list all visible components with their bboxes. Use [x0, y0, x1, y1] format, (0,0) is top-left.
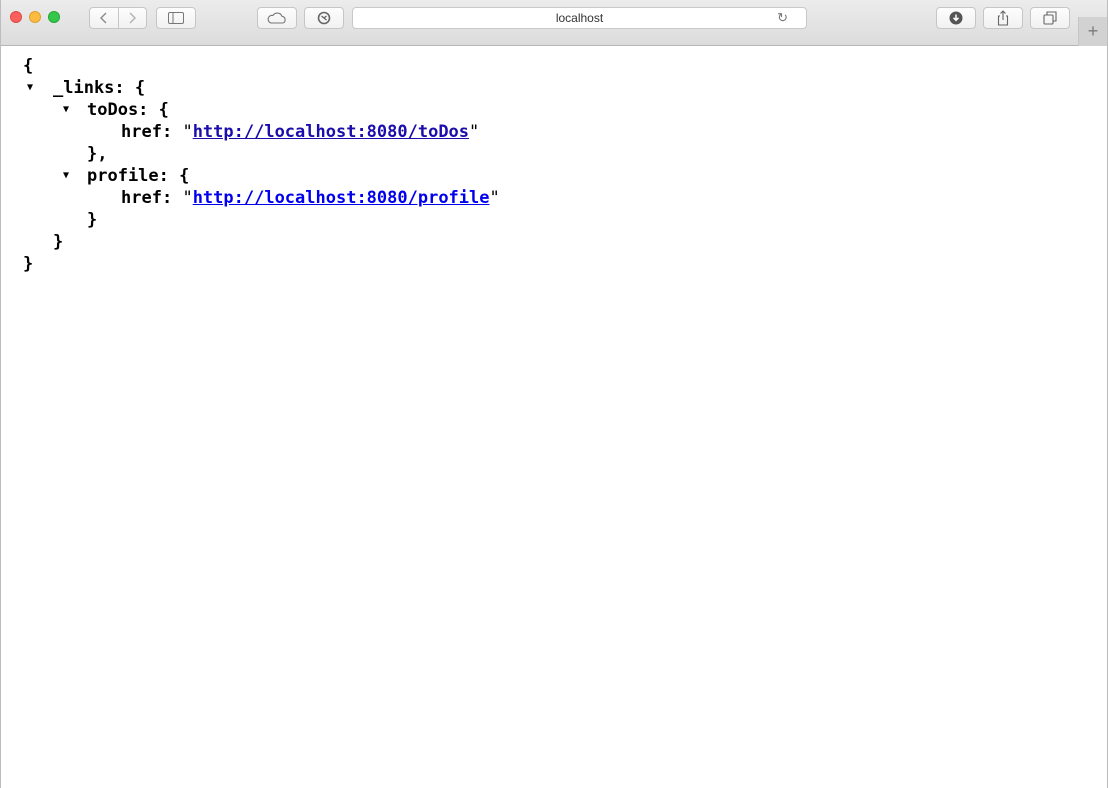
browser-window: localhost ↻ + { ▼ _links: { ▼ toDos: { hre…: [0, 0, 1108, 788]
icloud-tabs-button[interactable]: [257, 7, 297, 29]
back-button[interactable]: [90, 8, 118, 28]
todos-key: toDos: {: [87, 100, 169, 120]
collapse-links-triangle-icon[interactable]: ▼: [27, 77, 33, 99]
links-key: _links: {: [53, 78, 146, 98]
share-button[interactable]: [983, 7, 1023, 29]
json-root-open: {: [23, 55, 33, 77]
address-bar[interactable]: localhost ↻: [352, 7, 807, 29]
address-url: localhost: [555, 11, 604, 25]
json-profile-close-line: }: [23, 209, 97, 231]
plus-icon: +: [1087, 21, 1099, 41]
json-todos-close-line: },: [23, 143, 107, 165]
sync-icon: [317, 11, 331, 25]
chevron-right-icon: [129, 12, 137, 24]
collapse-todos-triangle-icon[interactable]: ▼: [63, 99, 69, 121]
chevron-left-icon: [99, 12, 107, 24]
profile-href-key: href:: [121, 188, 173, 208]
todos-close: },: [87, 144, 108, 164]
forward-button[interactable]: [117, 8, 147, 28]
json-viewer: { ▼ _links: { ▼ toDos: { href: "http://loc…: [23, 55, 500, 275]
close-window-button[interactable]: [10, 11, 22, 23]
show-tabs-button[interactable]: [1030, 7, 1070, 29]
links-close: }: [53, 232, 64, 252]
json-profile-line: ▼ profile: {: [23, 165, 189, 187]
browser-toolbar: localhost ↻ +: [1, 0, 1107, 46]
profile-href-link[interactable]: http://localhost:8080/profile: [193, 188, 490, 208]
sidebar-icon: [168, 12, 184, 24]
share-icon: [997, 10, 1009, 26]
tabs-overview-icon: [1043, 11, 1057, 25]
json-profile-href-line: href: "http://localhost:8080/profile": [121, 188, 500, 208]
todos-href-link[interactable]: http://localhost:8080/toDos: [193, 122, 469, 142]
new-tab-button[interactable]: +: [1078, 17, 1107, 46]
json-links-line: ▼ _links: {: [23, 77, 145, 99]
collapse-profile-triangle-icon[interactable]: ▼: [63, 165, 69, 187]
download-icon: [949, 11, 963, 25]
minimize-window-button[interactable]: [29, 11, 41, 23]
json-links-close-line: }: [23, 231, 63, 253]
json-todos-href-line: href: "http://localhost:8080/toDos": [121, 122, 480, 142]
zoom-window-button[interactable]: [48, 11, 60, 23]
sidebar-toggle-button[interactable]: [156, 7, 196, 29]
back-forward-buttons: [89, 7, 147, 29]
profile-key: profile: {: [87, 166, 190, 186]
json-root-close: }: [23, 253, 33, 275]
brace-close: }: [23, 254, 34, 274]
extension-button[interactable]: [304, 7, 344, 29]
brace-open: {: [23, 56, 34, 76]
cloud-icon: [267, 12, 286, 24]
downloads-button[interactable]: [936, 7, 976, 29]
reload-icon[interactable]: ↻: [777, 10, 788, 26]
profile-close: }: [87, 210, 98, 230]
json-todos-line: ▼ toDos: {: [23, 99, 169, 121]
todos-href-key: href:: [121, 122, 173, 142]
